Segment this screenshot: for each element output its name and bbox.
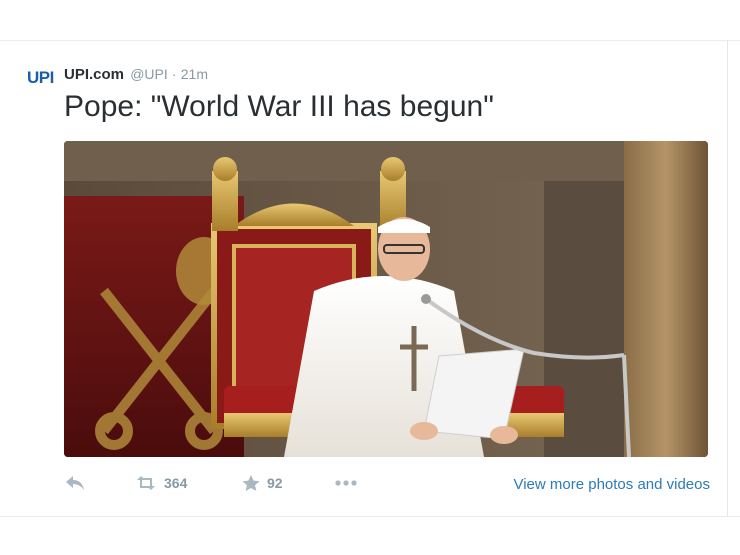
retweet-count: 364	[164, 475, 188, 491]
photo-illustration	[64, 141, 708, 457]
view-more-link[interactable]: View more photos and videos	[513, 476, 710, 493]
separator-dot: ·	[171, 66, 177, 82]
reply-button[interactable]	[64, 474, 86, 492]
more-icon	[334, 474, 358, 492]
more-button[interactable]	[334, 474, 358, 492]
right-divider	[727, 40, 728, 517]
account-fullname[interactable]: UPI.com	[64, 66, 124, 83]
reply-icon	[64, 474, 86, 492]
favorite-count: 92	[267, 475, 283, 491]
avatar[interactable]: UPI	[27, 68, 54, 88]
bottom-divider	[0, 516, 740, 517]
star-icon	[241, 474, 261, 492]
tweet-actions: 364 92 View more photos and videos	[64, 474, 710, 498]
retweet-button[interactable]: 364	[134, 474, 187, 492]
tweet-text: Pope: "World War III has begun"	[64, 90, 494, 123]
tweet-header: UPI.com @UPI · 21m	[64, 64, 208, 85]
retweet-icon	[134, 474, 158, 492]
tweet-photo[interactable]	[64, 141, 708, 457]
favorite-button[interactable]: 92	[241, 474, 283, 492]
account-handle[interactable]: @UPI	[130, 66, 168, 82]
tweet-timestamp[interactable]: 21m	[181, 66, 208, 82]
